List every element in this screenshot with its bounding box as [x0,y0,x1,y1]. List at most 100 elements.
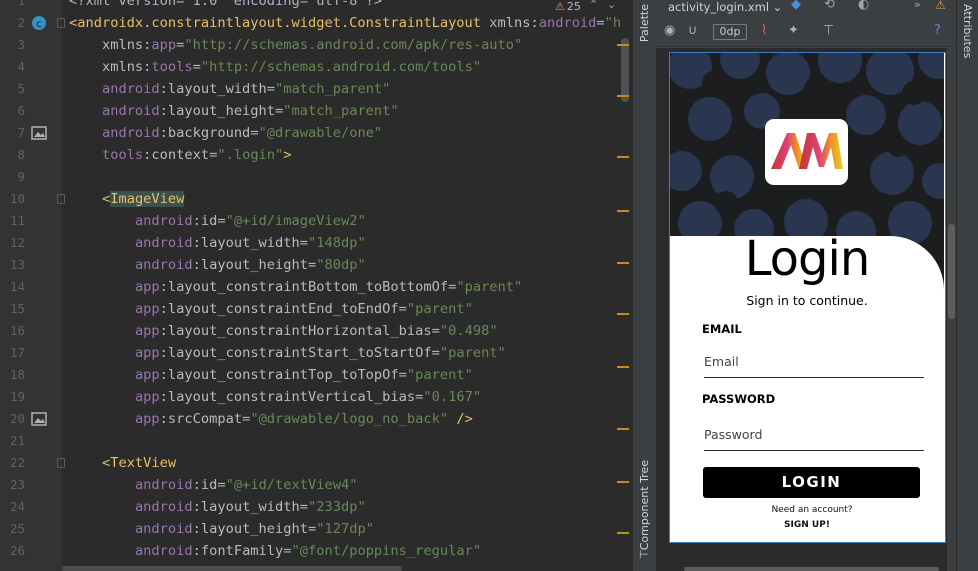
attributes-tab[interactable]: Attributes [961,4,974,58]
code-token: "@drawable/one" [258,125,383,141]
layout-preview[interactable]: Login Sign in to continue. EMAIL Email P… [669,52,946,543]
warning-marker[interactable] [617,95,629,97]
signup-link[interactable]: SIGN UP! [670,520,944,530]
code-line[interactable]: <?xml version="1.0" encoding="utf-8"?> [69,0,382,12]
file-selector[interactable]: activity_login.xml ⌄ [668,0,782,14]
line-number: 10 [9,191,25,206]
code-line[interactable]: android:layout_height="127dp" [69,518,374,540]
line-number: 2 [17,15,25,30]
code-token: "@+id/imageView2" [225,213,366,229]
default-margin-field[interactable]: 0dp [713,24,747,40]
warning-indicator[interactable]: ⚠ 25 [555,0,581,13]
warning-marker[interactable] [617,210,629,212]
line-number: 26 [9,543,25,558]
code-token: = [299,499,309,515]
code-line[interactable]: android:fontFamily="@font/poppins_regula… [69,540,481,562]
code-line[interactable]: android:layout_width="233dp" [69,496,366,518]
login-button[interactable]: LOGIN [703,467,920,498]
code-line[interactable]: <TextView [69,452,176,474]
code-token: android [101,103,160,119]
code-line[interactable]: app:layout_constraintHorizontal_bias="0.… [69,320,498,342]
warning-icon[interactable]: ⚠ [935,0,946,11]
code-token: <TextView [101,455,177,471]
fold-toggle-icon[interactable] [57,458,65,468]
magic-wand-icon[interactable]: ✦ [788,23,799,38]
am-logo-icon [771,133,843,169]
code-line[interactable]: app:srcCompat="@drawable/logo_no_back" /… [69,408,473,430]
code-line[interactable]: app:layout_constraintStart_toStartOf="pa… [69,342,506,364]
device-icon[interactable]: ◐ [858,0,869,11]
password-field[interactable]: Password [704,425,924,451]
fold-toggle-icon[interactable] [57,194,65,204]
warning-marker[interactable] [617,428,629,430]
code-token: "parent" [406,301,473,317]
code-line[interactable]: xmlns:tools="http://schemas.android.com/… [69,56,481,78]
code-line[interactable]: xmlns:app="http://schemas.android.com/ap… [69,34,522,56]
more-icon[interactable]: » [914,0,921,10]
warning-marker[interactable] [617,44,629,46]
warning-marker[interactable] [617,262,629,264]
magnet-icon[interactable]: ∪ [688,23,698,38]
code-line[interactable]: app:layout_constraintVertical_bias="0.16… [69,386,481,408]
editor-scroll-thumb[interactable] [621,38,629,102]
code-token: "148dp" [308,235,366,251]
code-token: :id [192,213,218,229]
chevron-down-icon[interactable]: ⌄ [607,0,616,10]
eye-icon[interactable]: ◉ [664,23,675,38]
component-tree-tab[interactable]: Component Tree [638,460,651,550]
code-line[interactable]: android:layout_width="148dp" [69,232,366,254]
fold-toggle-icon[interactable] [57,18,65,28]
design-panel: activity_login.xml ⌄ ◆ ⟲ ◐ » ⚠ ◉ ∪ 0dp ⌇… [656,0,956,571]
clear-constraints-icon[interactable]: ⌇ [761,23,767,38]
warning-marker[interactable] [617,313,629,315]
warning-marker[interactable] [617,156,629,158]
line-number: 23 [9,477,25,492]
align-icon[interactable]: ⊤ [823,23,834,38]
warning-count: 25 [566,0,581,13]
right-tool-strip: Attributes [956,0,978,571]
palette-tab[interactable]: Palette [638,4,651,42]
code-token: :fontFamily [192,543,284,559]
code-line[interactable]: android:layout_height="match_parent" [69,100,399,122]
warning-marker[interactable] [617,481,629,483]
layers-icon[interactable]: ◆ [791,0,801,11]
code-token: "127dp" [316,521,374,537]
code-line[interactable]: android:layout_height="80dp" [69,254,366,276]
code-token: = [431,323,440,339]
code-editor[interactable]: 1 2 3 4 5 6 7 8 9 10 11 12 13 14 15 16 17 18 19 20 21 22 23 24 2… [0,0,632,571]
code-token: xmlns: [101,37,152,53]
line-number: 13 [9,257,25,272]
password-label: PASSWORD [702,392,776,406]
orientation-icon[interactable]: ⟲ [824,0,835,11]
code-line[interactable]: <ImageView [69,188,185,210]
need-account-text: Need an account? [771,505,853,515]
editor-horizontal-scrollbar[interactable] [62,566,402,571]
code-line[interactable]: app:layout_constraintBottom_toBottomOf="… [69,276,522,298]
code-line[interactable]: <androidx.constraintlayout.widget.Constr… [69,12,632,34]
line-number: 3 [17,37,25,52]
code-line[interactable]: tools:context=".login"> [69,144,292,166]
code-line[interactable]: android:id="@+id/textView4" [69,474,358,496]
canvas-horizontal-scroll-thumb[interactable] [684,567,939,571]
email-field[interactable]: Email [704,352,924,378]
code-line[interactable]: android:background="@drawable/one" [69,122,382,144]
code-token: app [134,301,160,317]
code-line[interactable]: app:layout_constraintTop_toTopOf="parent… [69,364,473,386]
line-number: 21 [9,433,25,448]
help-icon[interactable]: ? [934,23,941,38]
code-line[interactable]: app:layout_constraintEnd_toEndOf="parent… [69,298,473,320]
line-number: 19 [9,389,25,404]
code-token: app [134,345,160,361]
code-line[interactable]: android:id="@+id/imageView2" [69,210,366,232]
code-token: = [398,301,407,317]
chevron-up-icon[interactable]: ⌃ [589,0,598,10]
canvas-vertical-scroll-thumb[interactable] [948,224,955,319]
code-line[interactable]: android:layout_width="match_parent" [69,78,390,100]
app-logo [765,119,848,185]
code-token: ImageView [110,191,185,207]
code-token: <androidx.constraintlayout.widget.Constr… [69,15,490,31]
code-token: = [299,235,309,251]
warning-marker[interactable] [617,532,629,534]
warning-marker[interactable] [617,366,629,368]
